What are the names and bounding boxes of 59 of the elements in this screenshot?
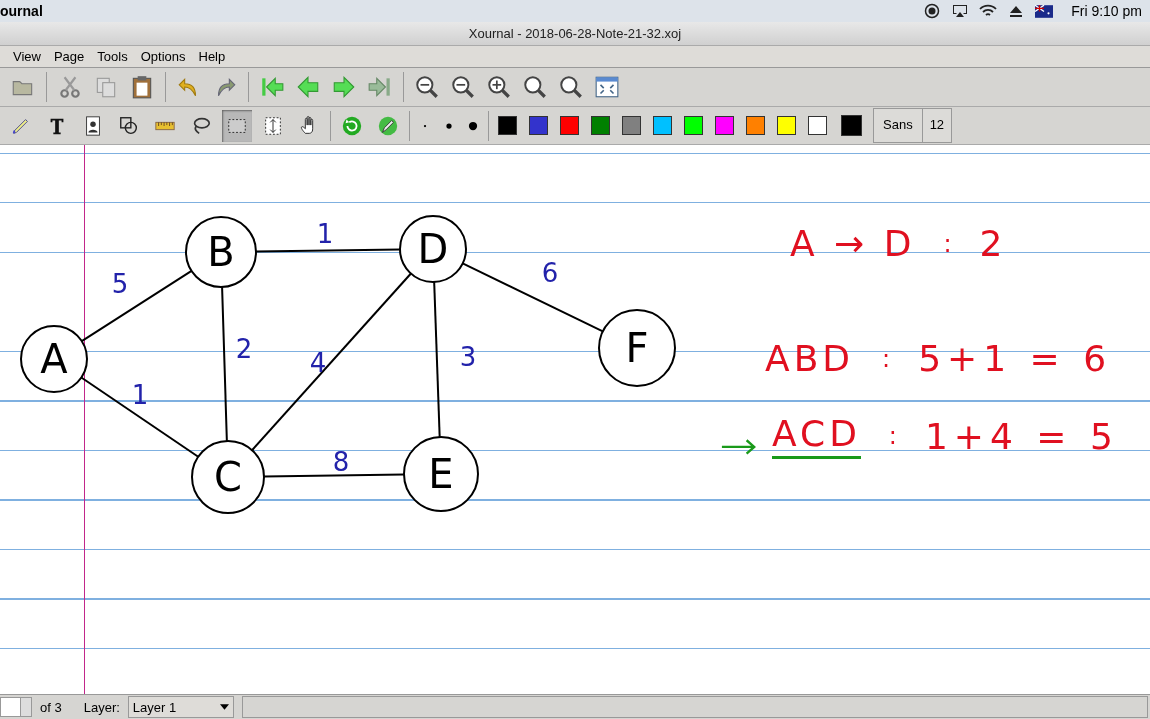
note-path: ABD bbox=[765, 338, 855, 379]
color-swatch[interactable] bbox=[777, 116, 796, 135]
scissors-icon[interactable] bbox=[57, 74, 83, 100]
page-total: of 3 bbox=[40, 699, 62, 715]
edge-weight: 5 bbox=[111, 269, 129, 299]
graph-node: F bbox=[598, 309, 676, 387]
layer-label: Layer: bbox=[83, 699, 120, 715]
vspace-tool-icon bbox=[262, 114, 284, 137]
current-color-swatch[interactable] bbox=[841, 115, 862, 136]
color-swatch[interactable] bbox=[591, 116, 610, 135]
edge-weight: 4 bbox=[309, 348, 327, 378]
fullscreen-icon[interactable] bbox=[594, 74, 620, 100]
shape-tool-icon bbox=[118, 114, 140, 137]
edge-weight: 6 bbox=[541, 258, 559, 288]
menu-item[interactable]: View bbox=[13, 49, 41, 64]
airplay-icon[interactable] bbox=[951, 3, 970, 19]
note-value: 5+1 = 6 bbox=[918, 338, 1113, 379]
zoom-in-icon[interactable] bbox=[486, 74, 512, 100]
note-colon: : bbox=[882, 344, 891, 373]
graph-node: B bbox=[185, 216, 257, 288]
menu-item[interactable]: Page bbox=[53, 49, 85, 64]
color-swatch[interactable] bbox=[715, 116, 734, 135]
wifi-icon[interactable] bbox=[979, 3, 998, 19]
layer-dropdown[interactable]: Layer 1 bbox=[127, 696, 234, 718]
flag-icon[interactable] bbox=[1035, 4, 1054, 18]
note-value: 2 bbox=[979, 223, 1009, 264]
window-title: Xournal - 2018-06-28-Note-21-32.xoj bbox=[468, 26, 682, 41]
clock: Fri 9:10 pm bbox=[1071, 3, 1142, 19]
graph-node: D bbox=[399, 215, 467, 283]
note-value: 1+4 = 5 bbox=[924, 415, 1119, 457]
caret-icon bbox=[219, 704, 229, 710]
note-colon: : bbox=[943, 229, 952, 258]
color-swatch[interactable] bbox=[808, 116, 827, 135]
edge-weight: 8 bbox=[332, 447, 350, 477]
pencil-tool-icon bbox=[377, 114, 399, 137]
color-swatch[interactable] bbox=[653, 116, 672, 135]
font-button[interactable]: Sans 12 bbox=[873, 108, 953, 143]
page-spinner[interactable] bbox=[0, 697, 32, 717]
color-swatch[interactable] bbox=[498, 116, 517, 135]
app-name: ournal bbox=[0, 3, 43, 19]
menu-item[interactable]: Help bbox=[198, 49, 226, 64]
edge-weight: 1 bbox=[316, 219, 334, 249]
graph-node: E bbox=[403, 436, 479, 512]
zoom-out-icon[interactable] bbox=[414, 74, 440, 100]
search-icon[interactable] bbox=[558, 74, 584, 100]
color-swatch[interactable] bbox=[684, 116, 703, 135]
note-path: A → D bbox=[790, 223, 916, 264]
color-swatch[interactable] bbox=[529, 116, 548, 135]
record-icon[interactable] bbox=[923, 3, 942, 19]
color-swatch[interactable] bbox=[622, 116, 641, 135]
color-swatch[interactable] bbox=[560, 116, 579, 135]
graph-node: C bbox=[191, 440, 265, 514]
note-path: ACD bbox=[772, 413, 861, 459]
note-colon: : bbox=[888, 422, 897, 450]
menu-item[interactable]: Tools bbox=[97, 49, 128, 64]
color-swatch[interactable] bbox=[746, 116, 765, 135]
graph-node: A bbox=[20, 325, 88, 393]
menu-item[interactable]: Options bbox=[140, 49, 186, 64]
refresh-tool-icon bbox=[341, 114, 363, 137]
